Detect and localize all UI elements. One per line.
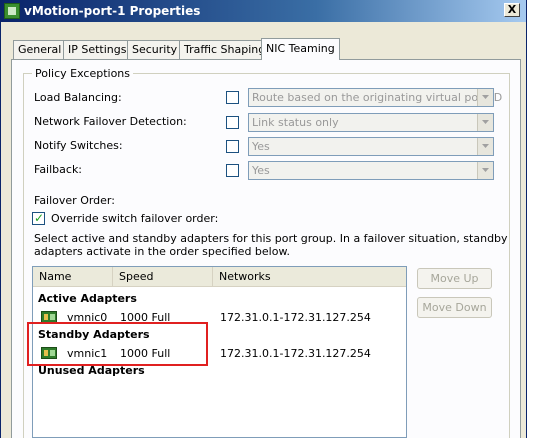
description-line-1: Select active and standby adapters for t…	[34, 232, 508, 245]
chevron-down-icon[interactable]	[477, 114, 493, 131]
notify-switches-label: Notify Switches:	[34, 139, 123, 152]
move-up-button[interactable]: Move Up	[417, 268, 492, 289]
failover-detection-select[interactable]: Link status only	[248, 113, 494, 132]
description-line-2: adapters activate in the order specified…	[34, 245, 290, 258]
active-adapters-group: Active Adapters	[38, 292, 137, 305]
tab-nic-teaming[interactable]: NIC Teaming	[261, 38, 340, 60]
override-failover-checkbox[interactable]	[32, 211, 45, 225]
tab-traffic-shaping[interactable]: Traffic Shaping	[179, 40, 271, 59]
tab-general[interactable]: General	[13, 40, 67, 59]
tab-ip-settings[interactable]: IP Settings	[63, 40, 132, 59]
annotation-highlight-box	[27, 322, 208, 366]
override-failover-label: Override switch failover order:	[51, 212, 219, 225]
title-bar[interactable]: vMotion-port-1 Properties X	[1, 0, 526, 22]
properties-dialog: vMotion-port-1 Properties X General IP S…	[0, 0, 527, 438]
tab-security[interactable]: Security	[127, 40, 183, 59]
vmware-app-icon	[4, 3, 20, 19]
load-balancing-checkbox[interactable]	[226, 91, 239, 104]
adapter-networks: 172.31.0.1-172.31.127.254	[220, 311, 371, 324]
failback-value: Yes	[252, 164, 270, 177]
notify-switches-select[interactable]: Yes	[248, 137, 494, 156]
load-balancing-select[interactable]: Route based on the originating virtual p…	[248, 88, 502, 107]
window-title: vMotion-port-1 Properties	[24, 4, 201, 18]
failover-detection-label: Network Failover Detection:	[34, 115, 187, 128]
adapters-list-header: Name Speed Networks	[33, 267, 406, 287]
chevron-down-icon[interactable]	[477, 138, 493, 155]
failover-detection-value: Link status only	[252, 116, 339, 129]
column-speed[interactable]: Speed	[113, 267, 213, 286]
column-networks[interactable]: Networks	[213, 267, 407, 286]
notify-switches-value: Yes	[252, 140, 270, 153]
failback-checkbox[interactable]	[226, 164, 239, 177]
failover-detection-checkbox[interactable]	[226, 116, 239, 129]
load-balancing-value: Route based on the originating virtual p…	[252, 91, 503, 104]
chevron-down-icon[interactable]	[477, 89, 493, 106]
column-name[interactable]: Name	[33, 267, 113, 286]
adapter-networks: 172.31.0.1-172.31.127.254	[220, 347, 371, 360]
move-down-button[interactable]: Move Down	[417, 297, 492, 318]
chevron-down-icon[interactable]	[477, 162, 493, 179]
failback-label: Failback:	[34, 163, 83, 176]
close-button[interactable]: X	[504, 3, 520, 17]
notify-switches-checkbox[interactable]	[226, 140, 239, 153]
failover-order-label: Failover Order:	[34, 194, 115, 207]
load-balancing-label: Load Balancing:	[34, 91, 122, 104]
policy-exceptions-legend: Policy Exceptions	[32, 67, 134, 80]
failback-select[interactable]: Yes	[248, 161, 494, 180]
